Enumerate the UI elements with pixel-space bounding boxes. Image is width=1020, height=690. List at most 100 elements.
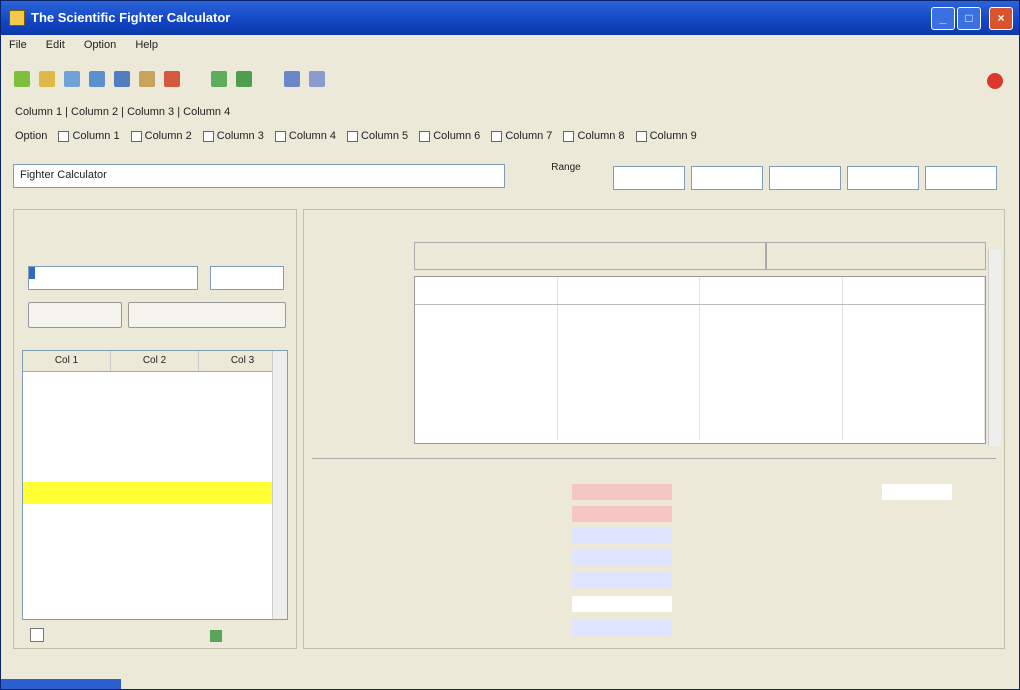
down-arrow-icon[interactable] — [308, 71, 325, 87]
right-panel — [303, 209, 1005, 649]
secondary-input[interactable] — [210, 266, 284, 290]
left-panel: Col 1 Col 2 Col 3 — [13, 209, 297, 649]
checkbox[interactable] — [563, 130, 575, 142]
checkbox-label: Column 5 — [361, 130, 409, 142]
action-button-2[interactable] — [128, 302, 286, 328]
range-field-1[interactable] — [613, 166, 685, 190]
cell — [415, 305, 558, 332]
menu-item-edit[interactable]: Edit — [38, 37, 73, 53]
stat-value — [572, 572, 672, 588]
leaf-icon — [210, 630, 222, 642]
cell — [843, 332, 985, 359]
chart-icon[interactable] — [210, 71, 227, 87]
checkbox-label: Column 9 — [649, 130, 697, 142]
cell — [23, 372, 111, 394]
checkbox[interactable] — [202, 130, 214, 142]
range-field-4[interactable] — [847, 166, 919, 190]
cell — [23, 482, 111, 504]
menu-item-file[interactable]: File — [1, 37, 35, 53]
cell — [111, 438, 199, 460]
table-row[interactable] — [415, 413, 985, 440]
menu-item-help[interactable]: Help — [127, 37, 166, 53]
table-icon[interactable] — [235, 71, 252, 87]
range-label: Range — [551, 162, 581, 173]
stop-icon[interactable] — [987, 73, 1003, 89]
checkbox-label: Column 1 — [72, 130, 120, 142]
value-input[interactable] — [28, 266, 198, 290]
open-icon[interactable] — [39, 71, 56, 87]
cell — [23, 394, 111, 416]
table-row[interactable] — [23, 372, 287, 394]
stat-value — [572, 620, 672, 636]
column-selector[interactable]: Column 1 | Column 2 | Column 3 | Column … — [15, 106, 230, 118]
cell — [415, 359, 558, 386]
range-field-2[interactable] — [691, 166, 763, 190]
column-header[interactable] — [415, 277, 558, 304]
divider — [312, 458, 996, 459]
footer-link[interactable] — [210, 630, 228, 642]
stat-value — [572, 506, 672, 522]
stat-value — [572, 596, 672, 612]
column-header[interactable]: Col 2 — [111, 351, 199, 371]
table-row[interactable] — [415, 359, 985, 386]
cell — [111, 394, 199, 416]
range-field-5[interactable] — [925, 166, 997, 190]
table-row[interactable] — [23, 460, 287, 482]
cell — [700, 413, 843, 440]
vertical-scrollbar[interactable] — [272, 351, 287, 619]
paste-icon[interactable] — [139, 71, 156, 87]
edit-icon[interactable] — [164, 71, 181, 87]
column-header[interactable] — [843, 277, 985, 304]
cell — [111, 372, 199, 394]
checkbox-label: Column 6 — [433, 130, 481, 142]
maximize-button[interactable]: □ — [957, 7, 981, 30]
menu-item-option[interactable]: Option — [76, 37, 124, 53]
cell — [415, 332, 558, 359]
range-field-3[interactable] — [769, 166, 841, 190]
table-row[interactable] — [415, 305, 985, 332]
cell — [843, 305, 985, 332]
table-row[interactable] — [23, 394, 287, 416]
checkbox[interactable] — [491, 130, 503, 142]
cell — [700, 359, 843, 386]
stat-value — [572, 484, 672, 500]
cell — [700, 386, 843, 413]
new-icon[interactable] — [14, 71, 30, 87]
print-icon[interactable] — [89, 71, 106, 87]
column-header[interactable] — [700, 277, 843, 304]
status-strip — [1, 679, 121, 689]
toolbar — [11, 71, 328, 97]
app-window: The Scientific Fighter Calculator _ □ × … — [0, 0, 1020, 690]
table-header-row — [415, 277, 985, 305]
left-data-grid: Col 1 Col 2 Col 3 — [22, 350, 288, 620]
checkbox[interactable] — [58, 130, 70, 142]
checkbox[interactable] — [347, 130, 359, 142]
checkbox[interactable] — [130, 130, 142, 142]
checkbox[interactable] — [274, 130, 286, 142]
up-arrow-icon[interactable] — [283, 71, 300, 87]
column-options-label: Option — [15, 130, 48, 142]
checkbox[interactable] — [419, 130, 431, 142]
search-input[interactable]: Fighter Calculator — [13, 164, 505, 188]
grid-header: Col 1 Col 2 Col 3 — [23, 351, 287, 372]
copy-icon[interactable] — [114, 71, 131, 87]
table-row[interactable] — [23, 416, 287, 438]
action-button-1[interactable] — [28, 302, 122, 328]
cell — [111, 482, 199, 504]
checkbox[interactable] — [635, 130, 647, 142]
column-header[interactable] — [558, 277, 700, 304]
window-title: The Scientific Fighter Calculator — [31, 10, 231, 25]
save-icon[interactable] — [64, 71, 81, 87]
table-row-selected[interactable] — [23, 482, 287, 504]
cell — [700, 332, 843, 359]
column-header[interactable]: Col 1 — [23, 351, 111, 371]
footer-link[interactable] — [30, 628, 50, 642]
menu-bar: File Edit Option Help — [1, 37, 1019, 57]
table-row[interactable] — [23, 438, 287, 460]
table-row[interactable] — [415, 386, 985, 413]
close-button[interactable]: × — [989, 7, 1013, 30]
document-icon — [30, 628, 44, 642]
minimize-button[interactable]: _ — [931, 7, 955, 30]
vertical-scrollbar[interactable] — [988, 250, 1001, 446]
table-row[interactable] — [415, 332, 985, 359]
